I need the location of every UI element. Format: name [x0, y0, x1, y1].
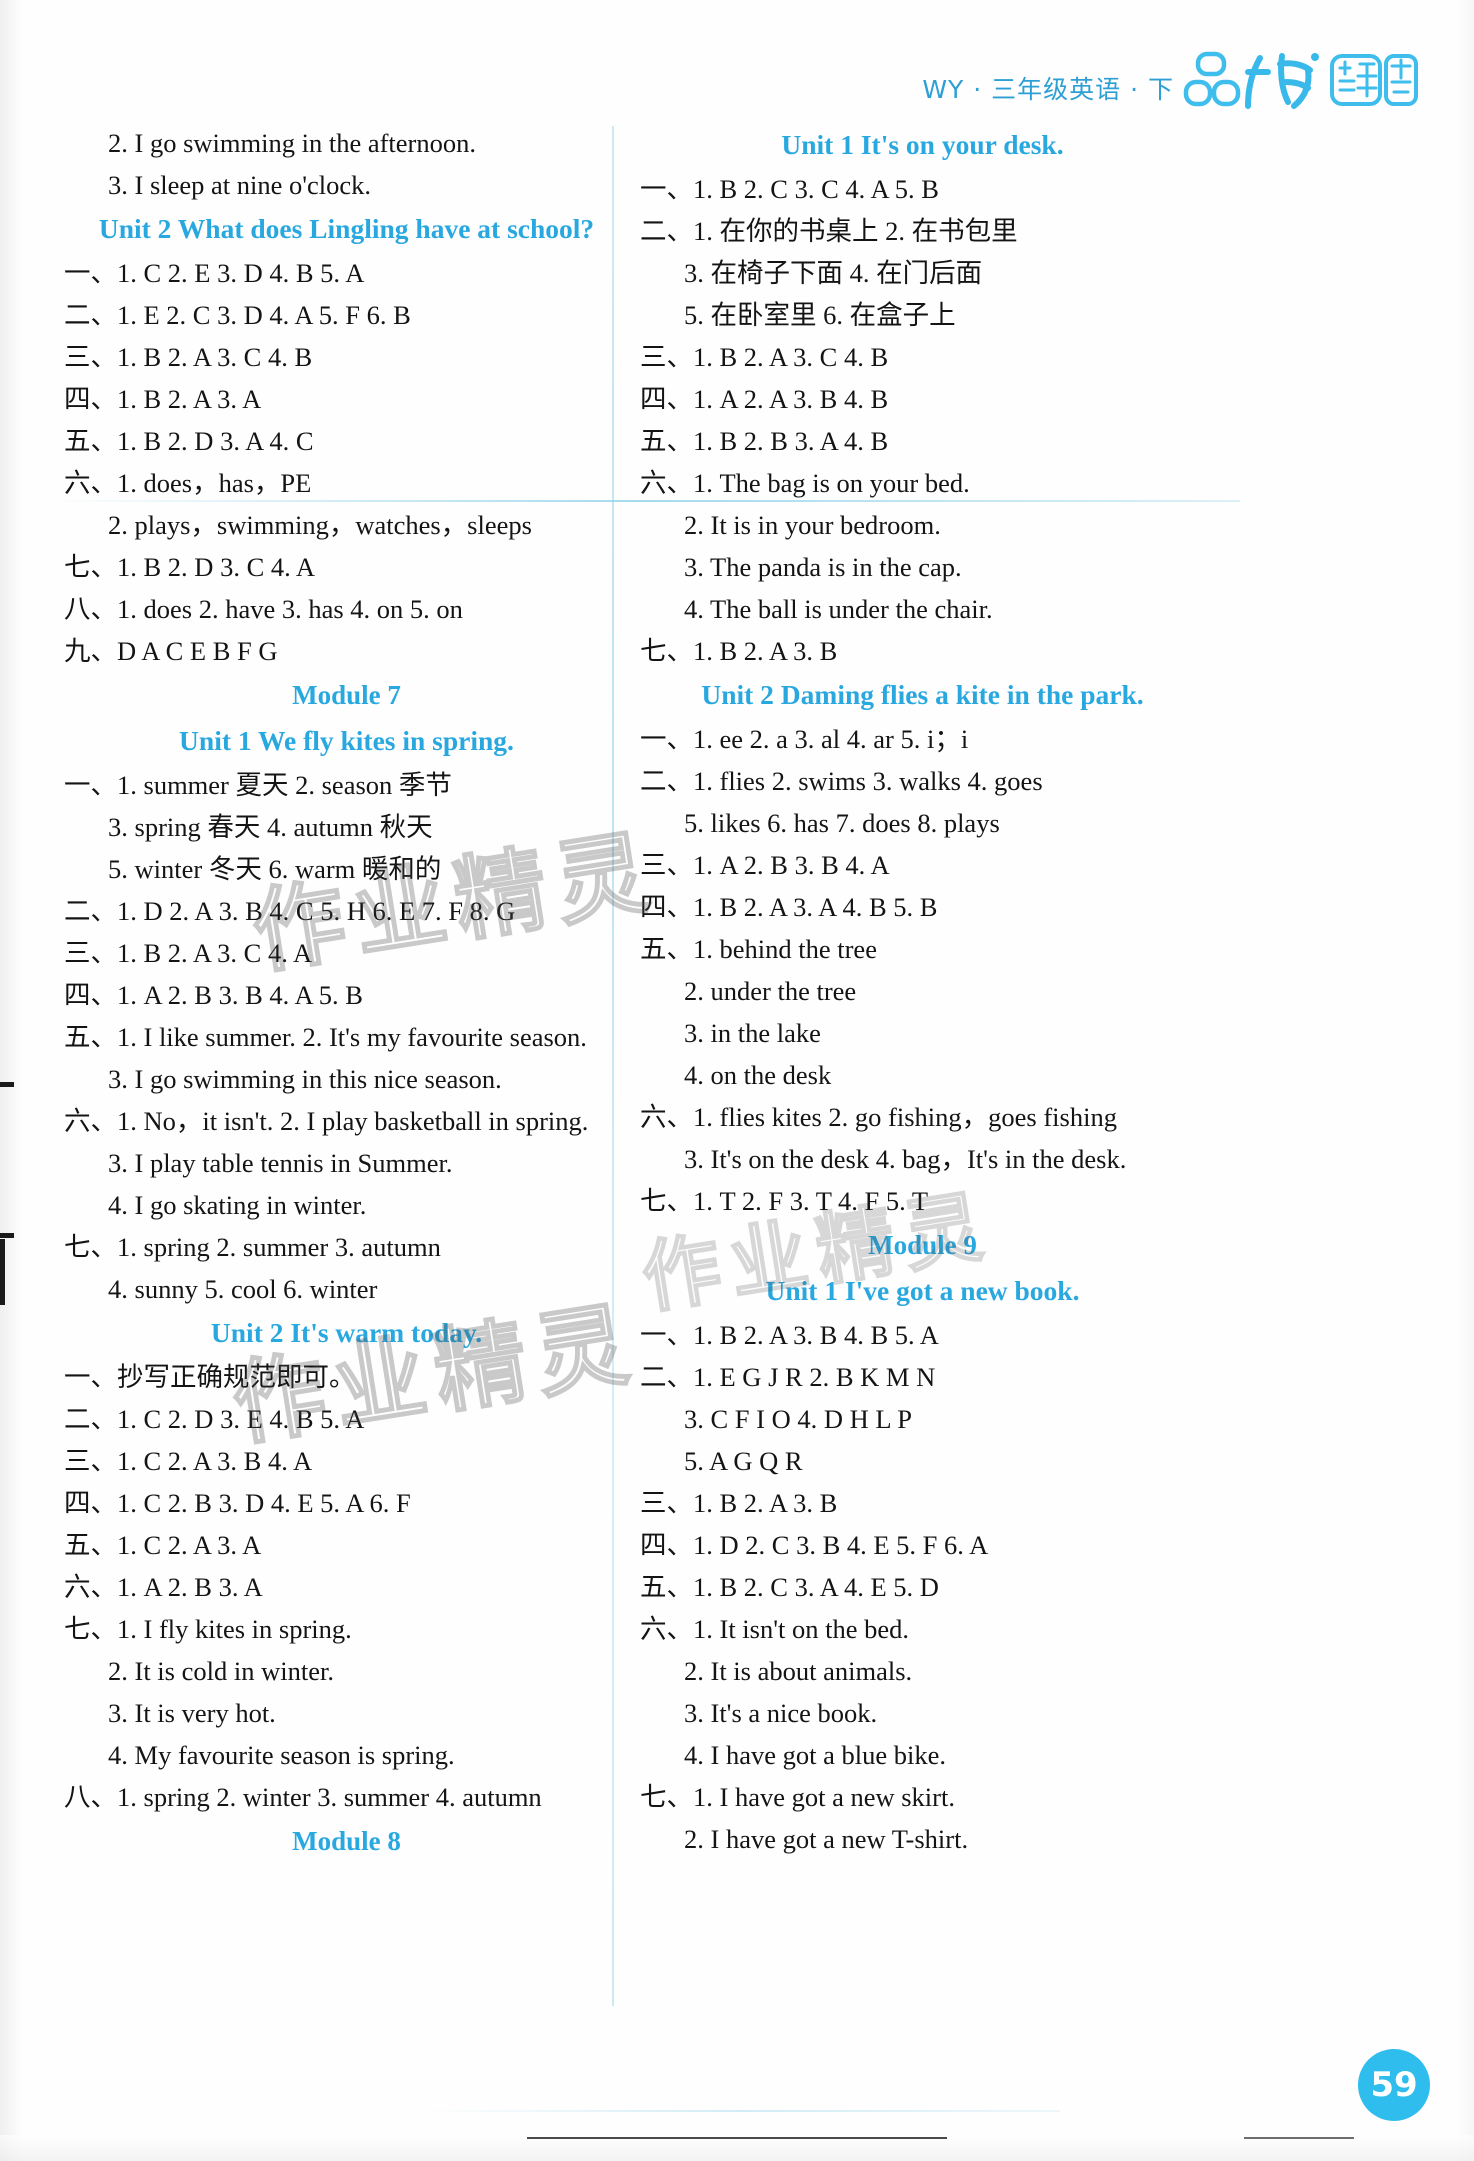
- answer-line: 四、1. B 2. A 3. A: [64, 384, 262, 414]
- answer-line: 七、1. T 2. F 3. T 4. F 5. T: [640, 1186, 929, 1216]
- answer-line: 七、1. I fly kites in spring.: [64, 1614, 352, 1644]
- scan-crease: [420, 2110, 1060, 2112]
- module-heading: Module 8: [292, 1826, 401, 1856]
- answer-line: 六、1. does，has，PE: [64, 468, 312, 498]
- answer-line: 一、1. ee 2. a 3. al 4. ar 5. i；i: [640, 724, 969, 754]
- answer-line: 五、1. behind the tree: [640, 934, 877, 964]
- answer-line: 4. I go skating in winter.: [108, 1190, 367, 1220]
- answer-line: 2. I have got a new T-shirt.: [684, 1824, 969, 1854]
- answer-line: 三、1. C 2. A 3. B 4. A: [64, 1446, 313, 1476]
- answer-line: 七、1. B 2. A 3. B: [640, 636, 838, 666]
- answer-line: 六、1. It isn't on the bed.: [640, 1614, 910, 1644]
- left-answer-column: 2. I go swimming in the afternoon. 3. I s…: [64, 122, 629, 1864]
- scan-artifact-tick: [0, 1233, 14, 1238]
- answer-line: 4. The ball is under the chair.: [684, 594, 993, 624]
- answer-line: 三、1. A 2. B 3. B 4. A: [640, 850, 890, 880]
- answer-line: 2. I go swimming in the afternoon.: [108, 128, 476, 158]
- answer-line: 4. sunny 5. cool 6. winter: [108, 1274, 378, 1304]
- answer-line: 2. It is about animals.: [684, 1656, 913, 1686]
- answer-line: 2. It is in your bedroom.: [684, 510, 941, 540]
- answer-line: 二、1. C 2. D 3. E 4. B 5. A: [64, 1404, 365, 1434]
- answer-line: 一、1. summer 夏天 2. season 季节: [64, 770, 452, 800]
- answer-line: 六、1. No，it isn't. 2. I play basketball i…: [64, 1106, 589, 1136]
- module-heading: Module 9: [868, 1230, 977, 1260]
- answer-line: 3. C F I O 4. D H L P: [684, 1404, 912, 1434]
- answer-line: 3. I go swimming in this nice season.: [108, 1064, 502, 1094]
- answer-line: 2. plays，swimming，watches，sleeps: [108, 510, 532, 540]
- answer-line: 三、1. B 2. A 3. C 4. B: [640, 342, 889, 372]
- answer-line: 一、1. B 2. A 3. B 4. B 5. A: [640, 1320, 939, 1350]
- answer-line: 五、1. B 2. B 3. A 4. B: [640, 426, 889, 456]
- answer-line: 三、1. B 2. A 3. C 4. A: [64, 938, 313, 968]
- scan-edge-right: [1456, 0, 1474, 2161]
- scan-artifact-tick: [0, 1082, 14, 1087]
- answer-line: 二、1. D 2. A 3. B 4. C 5. H 6. E 7. F 8. …: [64, 896, 516, 926]
- answer-line: 七、1. B 2. D 3. C 4. A: [64, 552, 316, 582]
- answer-line: 3. The panda is in the cap.: [684, 552, 962, 582]
- answer-line: 八、1. spring 2. winter 3. summer 4. autum…: [64, 1782, 542, 1812]
- answer-line: 一、抄写正确规范即可。: [64, 1362, 356, 1392]
- unit-heading: Unit 1 I've got a new book.: [765, 1275, 1080, 1306]
- answer-line: 七、1. spring 2. summer 3. autumn: [64, 1232, 441, 1262]
- answer-line: 4. on the desk: [684, 1060, 832, 1090]
- answer-line: 2. under the tree: [684, 976, 857, 1006]
- unit-heading: Unit 1 We fly kites in spring.: [179, 725, 514, 756]
- answer-line: 3. It's a nice book.: [684, 1698, 878, 1728]
- answer-line: 四、1. B 2. A 3. A 4. B 5. B: [640, 892, 938, 922]
- answer-line: 四、1. A 2. A 3. B 4. B: [640, 384, 889, 414]
- module-heading: Module 7: [292, 680, 401, 710]
- unit-heading: Unit 1 It's on your desk.: [781, 129, 1064, 160]
- answer-line: 3. in the lake: [684, 1018, 821, 1048]
- answer-line: 3. It's on the desk 4. bag，It's in the d…: [684, 1144, 1127, 1174]
- unit-heading: Unit 2 What does Lingling have at school…: [98, 213, 595, 244]
- answer-line: 5. 在卧室里 6. 在盒子上: [684, 300, 956, 330]
- answer-line: 五、1. I like summer. 2. It's my favourite…: [64, 1022, 587, 1052]
- footer-rule: [527, 2137, 947, 2139]
- answer-line: 四、1. C 2. B 3. D 4. E 5. A 6. F: [64, 1488, 411, 1518]
- brand-logo: [1182, 48, 1422, 120]
- answer-line: 七、1. I have got a new skirt.: [640, 1782, 955, 1812]
- scan-edge-left: [0, 0, 24, 2161]
- answer-line: 五、1. C 2. A 3. A: [64, 1530, 262, 1560]
- answer-line: 二、1. flies 2. swims 3. walks 4. goes: [640, 766, 1043, 796]
- answer-line: 八、1. does 2. have 3. has 4. on 5. on: [64, 594, 463, 624]
- answer-line: 九、D A C E B F G: [64, 636, 278, 666]
- answer-line: 5. winter 冬天 6. warm 暖和的: [108, 854, 442, 884]
- answer-line: 3. I sleep at nine o'clock.: [108, 170, 372, 200]
- answer-line: 六、1. flies kites 2. go fishing，goes fish…: [640, 1102, 1117, 1132]
- unit-heading: Unit 2 Daming flies a kite in the park.: [701, 679, 1144, 710]
- answer-line: 三、1. B 2. A 3. C 4. B: [64, 342, 313, 372]
- answer-line: 3. spring 春天 4. autumn 秋天: [108, 812, 433, 842]
- answer-line: 五、1. B 2. D 3. A 4. C: [64, 426, 314, 456]
- answer-line: 四、1. D 2. C 3. B 4. E 5. F 6. A: [640, 1530, 989, 1560]
- answer-key-page: WY · 三年级英语 · 下 2. I go swimming in the a…: [0, 0, 1474, 2161]
- page-number-badge: 59: [1358, 2049, 1430, 2121]
- answer-line: 3. It is very hot.: [108, 1698, 276, 1728]
- page-header: WY · 三年级英语 · 下: [0, 51, 1474, 118]
- answer-line: 六、1. A 2. B 3. A: [64, 1572, 263, 1602]
- answer-line: 2. It is cold in winter.: [108, 1656, 334, 1686]
- right-answer-column: Unit 1 It's on your desk. 一、1. B 2. C 3. …: [640, 122, 1205, 1860]
- answer-line: 5. likes 6. has 7. does 8. plays: [684, 808, 1000, 838]
- answer-line: 5. A G Q R: [684, 1446, 803, 1476]
- answer-line: 二、1. E G J R 2. B K M N: [640, 1362, 936, 1392]
- answer-line: 四、1. A 2. B 3. B 4. A 5. B: [64, 980, 363, 1010]
- answer-line: 一、1. C 2. E 3. D 4. B 5. A: [64, 258, 365, 288]
- brand-logo-icon: [1183, 51, 1418, 109]
- answer-line: 二、1. E 2. C 3. D 4. A 5. F 6. B: [64, 300, 411, 330]
- answer-line: 三、1. B 2. A 3. B: [640, 1488, 838, 1518]
- answer-line: 4. I have got a blue bike.: [684, 1740, 946, 1770]
- answer-line: 3. I play table tennis in Summer.: [108, 1148, 453, 1178]
- scan-artifact-tick: [0, 1239, 5, 1305]
- answer-line: 4. My favourite season is spring.: [108, 1740, 455, 1770]
- answer-line: 六、1. The bag is on your bed.: [640, 468, 970, 498]
- answer-line: 二、1. 在你的书桌上 2. 在书包里: [640, 216, 1018, 246]
- answer-line: 一、1. B 2. C 3. C 4. A 5. B: [640, 174, 939, 204]
- unit-heading: Unit 2 It's warm today.: [210, 1317, 483, 1348]
- header-subject-line: WY · 三年级英语 · 下: [922, 75, 1174, 104]
- answer-line: 五、1. B 2. C 3. A 4. E 5. D: [640, 1572, 939, 1602]
- answer-line: 3. 在椅子下面 4. 在门后面: [684, 258, 983, 288]
- footer-rule-right: [1244, 2137, 1354, 2139]
